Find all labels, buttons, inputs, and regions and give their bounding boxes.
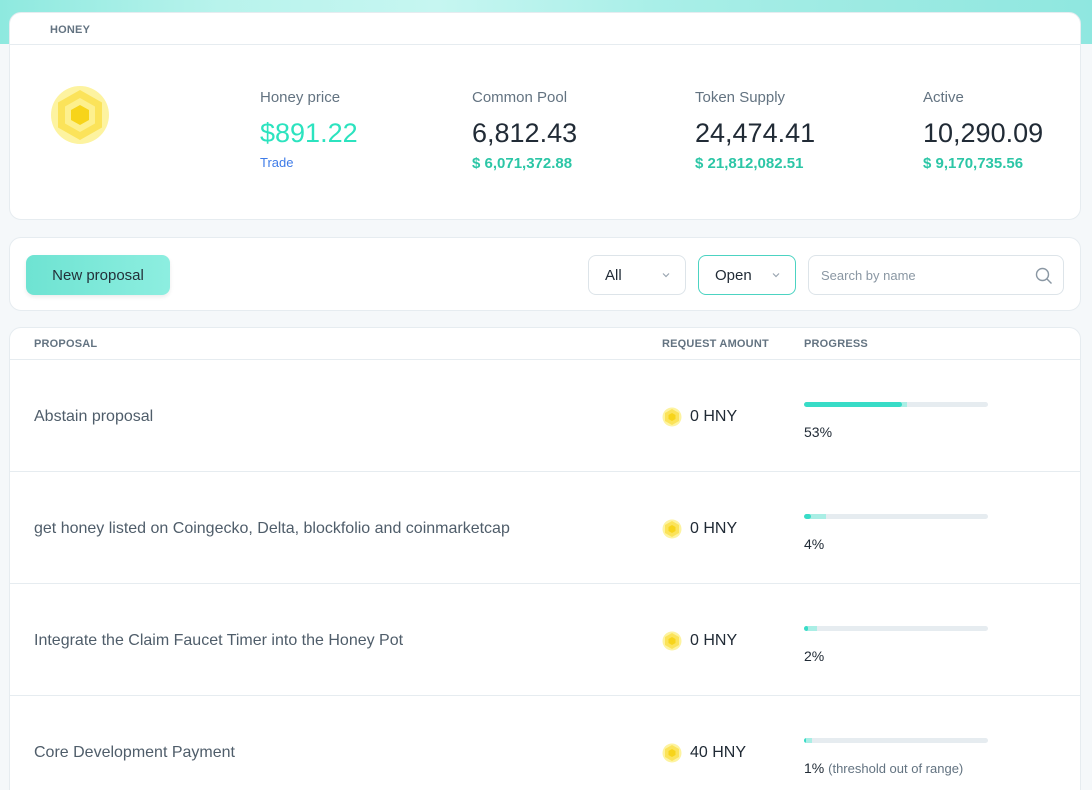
search-input[interactable] xyxy=(809,256,1019,294)
chevron-down-icon xyxy=(772,273,780,278)
active-value: 10,290.09 xyxy=(923,118,1044,148)
token-supply-value: 24,474.41 xyxy=(695,118,816,148)
progress-bar-fill xyxy=(804,514,812,519)
proposal-name[interactable]: get honey listed on Coingecko, Delta, bl… xyxy=(34,520,510,538)
table-row[interactable]: Core Development Payment 40 HNY 1% (thresh… xyxy=(10,696,1080,790)
request-amount-value: 40 HNY xyxy=(690,744,747,761)
progress-value: 2% xyxy=(804,648,825,664)
request-amount-value: 0 HNY xyxy=(690,408,738,425)
progress-percent: 4% xyxy=(804,536,824,552)
chevron-down-icon xyxy=(662,273,670,278)
request-amount-value: 0 HNY xyxy=(690,632,738,649)
proposal-name[interactable]: Core Development Payment xyxy=(34,744,235,762)
proposal-name[interactable]: Integrate the Claim Faucet Timer into th… xyxy=(34,632,403,650)
proposals-table: PROPOSAL REQUEST AMOUNT PROGRESS Abstain… xyxy=(9,327,1081,790)
proposal-name[interactable]: Abstain proposal xyxy=(34,408,153,426)
search-box xyxy=(808,255,1064,295)
progress-percent: 2% xyxy=(804,648,824,664)
progress-percent: 53% xyxy=(804,424,832,440)
header-request-amount: REQUEST AMOUNT xyxy=(662,338,769,350)
header-proposal: PROPOSAL xyxy=(34,338,98,350)
progress-value: 4% xyxy=(804,536,825,552)
search-icon[interactable] xyxy=(1035,267,1053,285)
request-amount: 0 HNY xyxy=(662,519,737,539)
stats-header: HONEY xyxy=(10,13,1080,45)
token-supply-label: Token Supply xyxy=(695,89,786,106)
honey-price-value: $891.22 xyxy=(260,118,358,148)
honey-price-label: Honey price xyxy=(260,89,341,106)
honey-coin-icon xyxy=(662,519,682,539)
filter-bar: New proposal All Open xyxy=(9,237,1081,311)
request-amount-value: 0 HNY xyxy=(690,520,738,537)
request-amount: 0 HNY xyxy=(662,631,737,651)
progress-bar xyxy=(804,514,988,519)
honey-logo-icon xyxy=(51,86,109,144)
section-tag: HONEY xyxy=(50,24,91,36)
active-usd: $ 9,170,735.56 xyxy=(923,155,1024,172)
type-filter-dropdown[interactable]: All xyxy=(588,255,686,295)
progress-bar xyxy=(804,626,988,631)
common-pool-stat: Common Pool 6,812.43 $ 6,071,372.88 xyxy=(472,89,577,172)
active-stat: Active 10,290.09 $ 9,170,735.56 xyxy=(923,89,1043,172)
honey-coin-icon xyxy=(662,631,682,651)
common-pool-label: Common Pool xyxy=(472,89,568,106)
progress-note: (threshold out of range) xyxy=(828,761,964,776)
status-filter-value: Open xyxy=(715,267,752,284)
table-row[interactable]: Abstain proposal 0 HNY 53% xyxy=(10,360,1080,472)
request-amount: 0 HNY xyxy=(662,407,737,427)
progress-bar-fill xyxy=(804,402,902,407)
header-progress: PROGRESS xyxy=(804,338,868,350)
table-row[interactable]: Integrate the Claim Faucet Timer into th… xyxy=(10,584,1080,696)
progress-bar xyxy=(804,402,988,407)
progress-value: 53% xyxy=(804,424,833,440)
type-filter-value: All xyxy=(605,267,622,284)
request-amount: 40 HNY xyxy=(662,743,746,763)
active-label: Active xyxy=(923,89,964,106)
progress-percent: 1% (threshold out of range) xyxy=(804,760,963,776)
common-pool-usd: $ 6,071,372.88 xyxy=(472,155,573,172)
progress-value: 1% xyxy=(804,760,825,776)
status-filter-dropdown[interactable]: Open xyxy=(698,255,796,295)
table-header: PROPOSAL REQUEST AMOUNT PROGRESS xyxy=(10,328,1080,360)
token-supply-usd: $ 21,812,082.51 xyxy=(695,155,804,172)
honey-price-stat: Honey price $891.22 Trade xyxy=(260,89,358,170)
progress-bar-fill xyxy=(804,738,806,743)
common-pool-value: 6,812.43 xyxy=(472,118,578,148)
progress-bar-fill xyxy=(804,626,808,631)
honey-coin-icon xyxy=(662,743,682,763)
progress-bar xyxy=(804,738,988,743)
new-proposal-button[interactable]: New proposal xyxy=(26,255,170,295)
table-row[interactable]: get honey listed on Coingecko, Delta, bl… xyxy=(10,472,1080,584)
trade-link[interactable]: Trade xyxy=(260,155,358,170)
token-supply-stat: Token Supply 24,474.41 $ 21,812,082.51 xyxy=(695,89,815,172)
honey-coin-icon xyxy=(662,407,682,427)
honey-stats-card: HONEY Honey price $891.22 Trade Common P… xyxy=(9,12,1081,220)
